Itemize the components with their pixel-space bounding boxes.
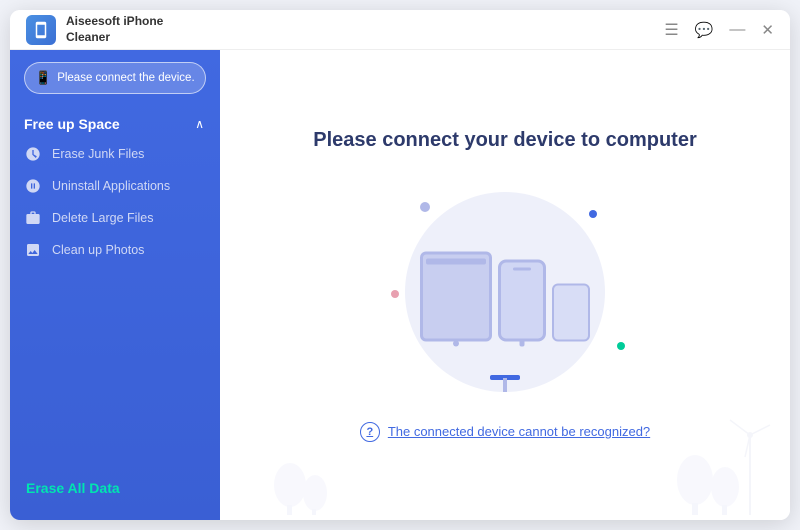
- device-illustration: [365, 182, 645, 402]
- section-arrow-icon: ∧: [195, 117, 204, 131]
- section-title-free-up: Free up Space: [24, 116, 120, 132]
- page-title: Please connect your device to computer: [313, 129, 696, 152]
- delete-large-label: Delete Large Files: [52, 211, 153, 225]
- close-button[interactable]: ✕: [761, 21, 774, 39]
- sidebar: 📱 Please connect the device. Free up Spa…: [10, 50, 220, 520]
- image-icon: [24, 241, 42, 259]
- chat-icon[interactable]: 💬: [695, 21, 714, 39]
- question-icon: ?: [360, 422, 380, 442]
- usb-stand: [503, 378, 507, 392]
- main-content: 📱 Please connect the device. Free up Spa…: [10, 50, 790, 520]
- clock-icon: [24, 145, 42, 163]
- app-title: Aiseesoft iPhone Cleaner: [66, 14, 163, 45]
- connect-device-button[interactable]: 📱 Please connect the device.: [24, 62, 206, 94]
- minimize-button[interactable]: —: [729, 21, 745, 39]
- sidebar-item-uninstall-apps[interactable]: Uninstall Applications: [10, 170, 220, 202]
- dot-decoration: [420, 202, 430, 212]
- file-icon: [24, 209, 42, 227]
- app-icon: [26, 15, 56, 45]
- clean-photos-label: Clean up Photos: [52, 243, 144, 257]
- sidebar-item-erase-junk[interactable]: Erase Junk Files: [10, 138, 220, 170]
- small-device: [552, 283, 590, 341]
- phone-device: [498, 259, 546, 341]
- titlebar-controls: ☰ 💬 — ✕: [664, 20, 774, 40]
- phone-icon: 📱: [35, 70, 51, 86]
- settings-icon: [24, 177, 42, 195]
- sidebar-item-clean-photos[interactable]: Clean up Photos: [10, 234, 220, 266]
- hamburger-icon[interactable]: ☰: [664, 20, 678, 40]
- sidebar-item-delete-large[interactable]: Delete Large Files: [10, 202, 220, 234]
- help-link-text: The connected device cannot be recognize…: [388, 424, 650, 439]
- tablet-device: [420, 251, 492, 341]
- dot-decoration: [589, 210, 597, 218]
- titlebar: Aiseesoft iPhone Cleaner ☰ 💬 — ✕: [10, 10, 790, 50]
- uninstall-apps-label: Uninstall Applications: [52, 179, 170, 193]
- decoration-trees-right: [670, 415, 790, 520]
- connect-btn-label: Please connect the device.: [57, 72, 194, 84]
- dot-decoration: [391, 290, 399, 298]
- dot-decoration: [617, 342, 625, 350]
- erase-junk-label: Erase Junk Files: [52, 147, 144, 161]
- erase-all-data-button[interactable]: Erase All Data: [10, 468, 220, 508]
- content-area: Please connect your device to computer: [220, 50, 790, 520]
- titlebar-left: Aiseesoft iPhone Cleaner: [26, 14, 163, 45]
- app-window: Aiseesoft iPhone Cleaner ☰ 💬 — ✕ 📱 Pleas…: [10, 10, 790, 520]
- devices-group: [420, 251, 590, 341]
- help-link[interactable]: ? The connected device cannot be recogni…: [360, 422, 650, 442]
- free-up-space-section: Free up Space ∧: [10, 110, 220, 138]
- decoration-trees-left: [260, 435, 340, 520]
